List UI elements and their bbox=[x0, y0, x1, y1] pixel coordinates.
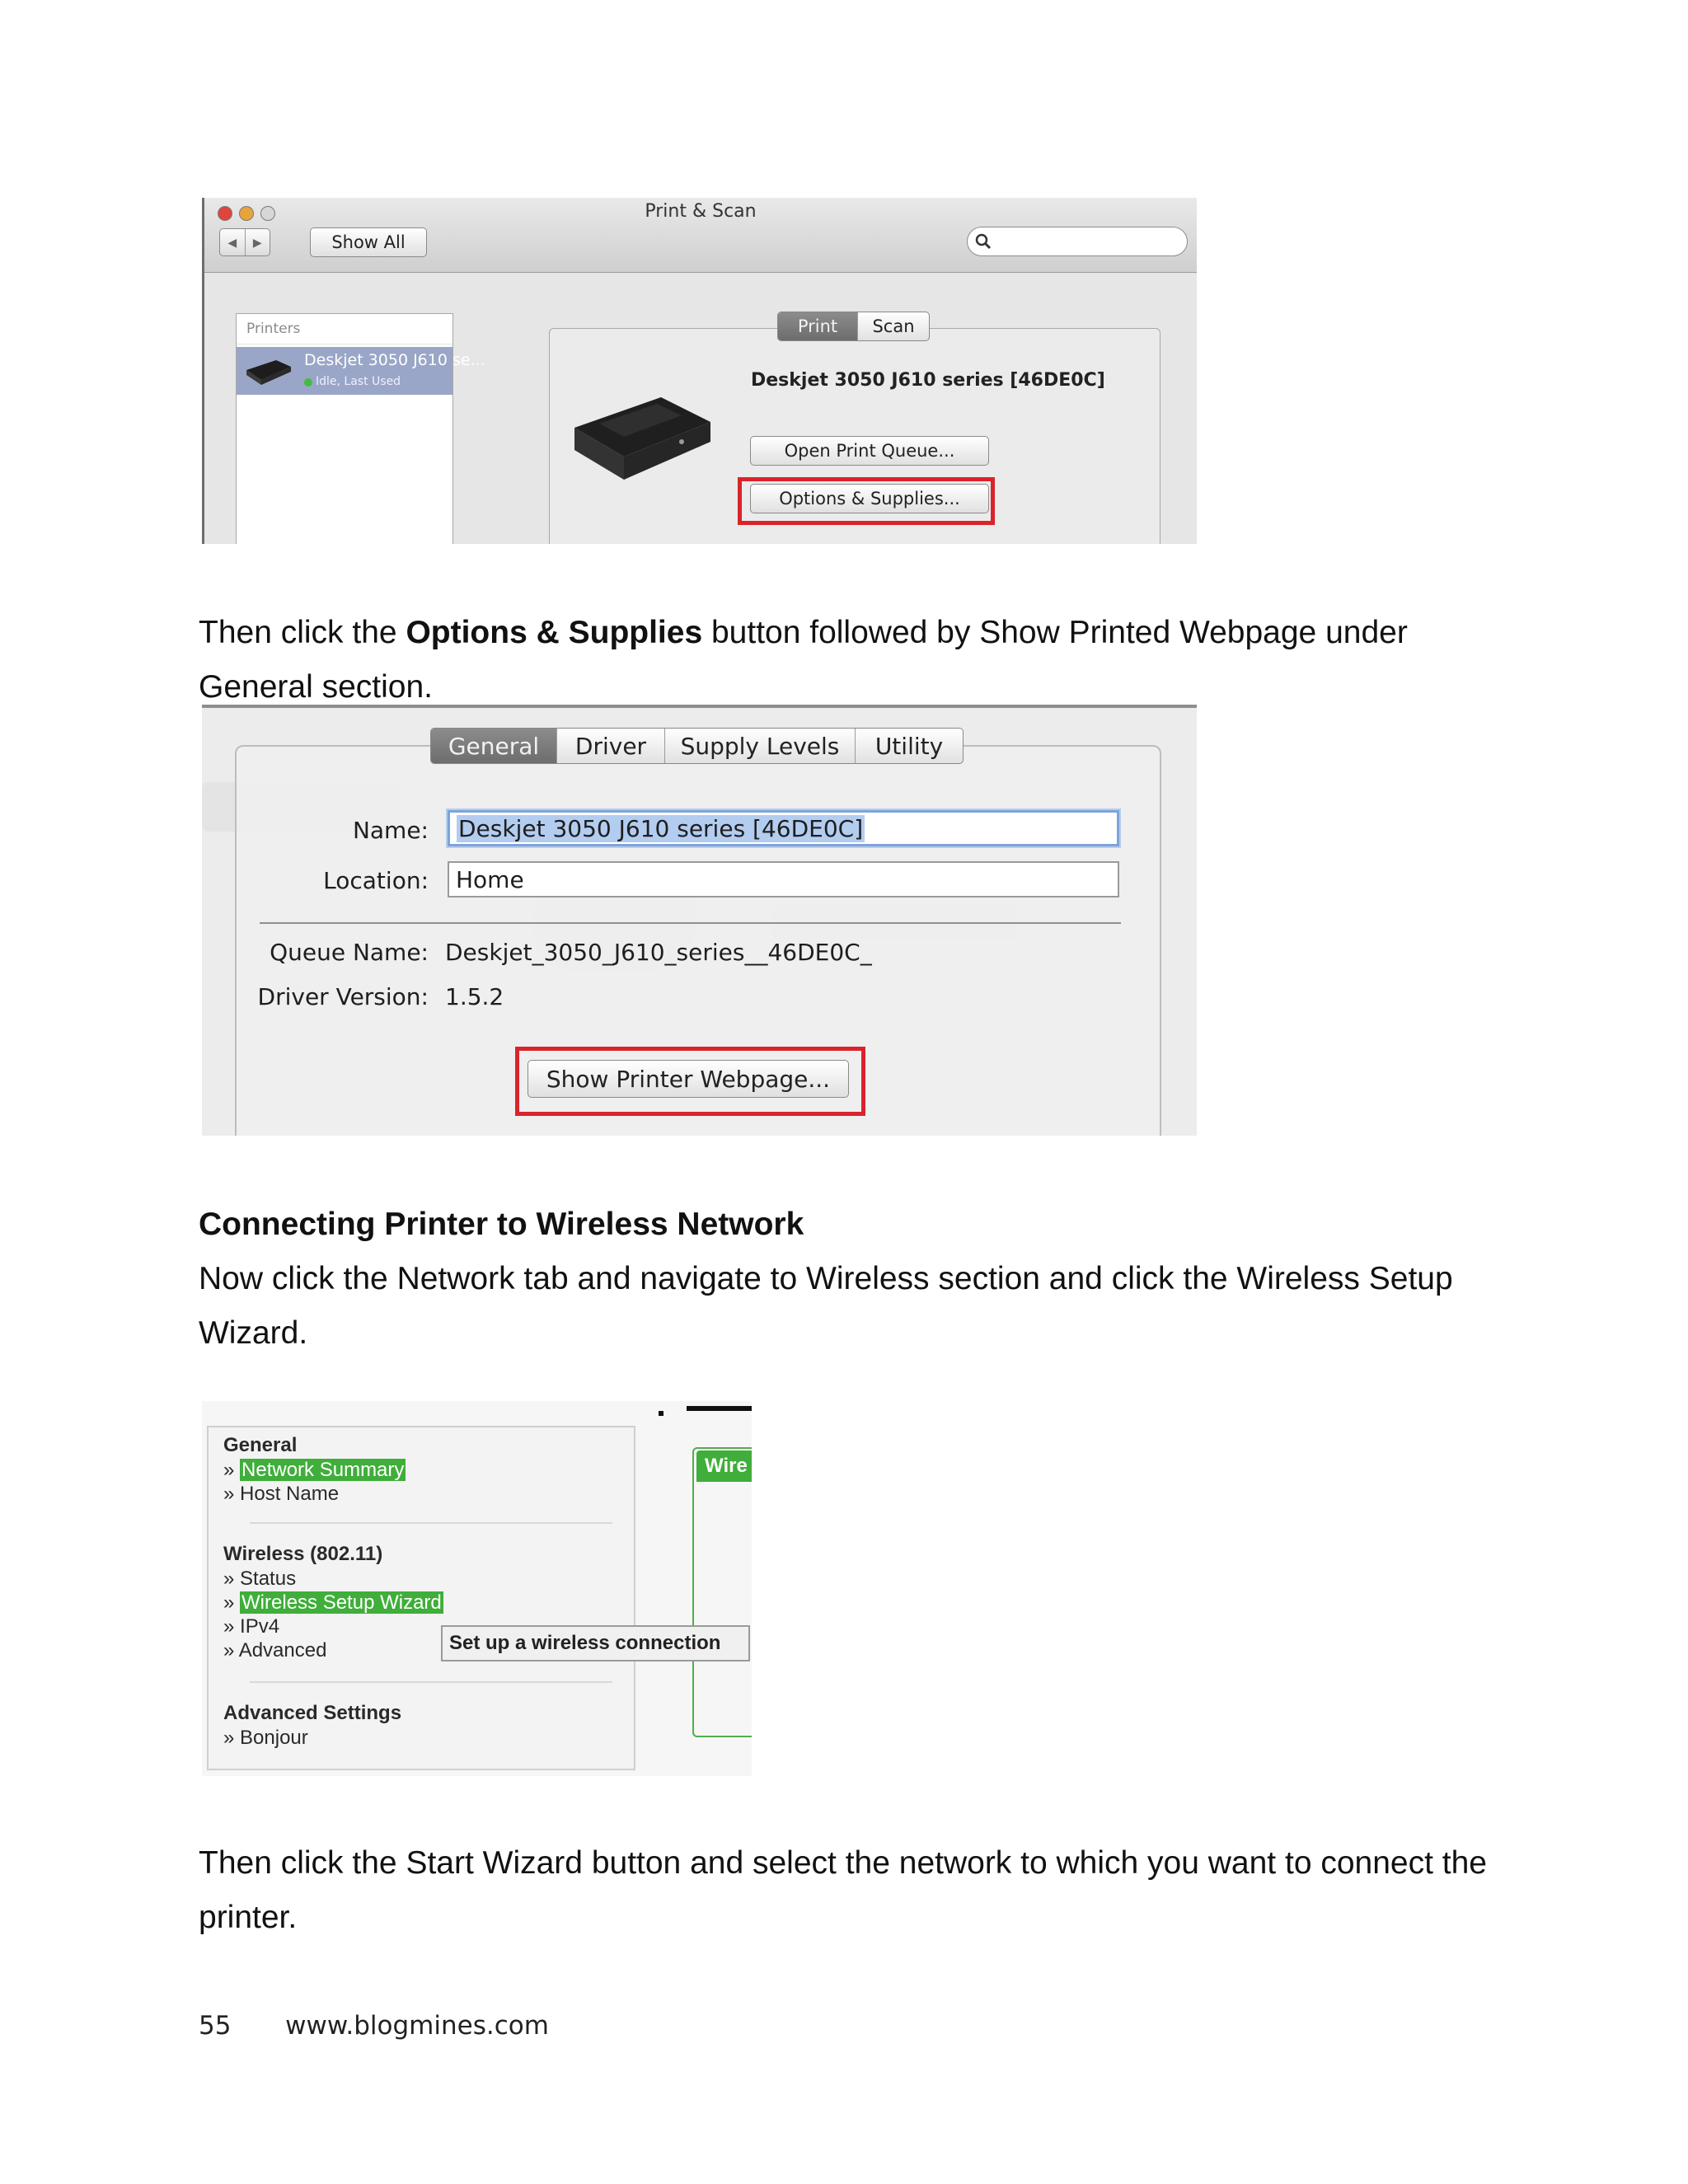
status-dot-icon bbox=[304, 378, 312, 387]
printers-list: Printers Deskjet 3050 J610 se... Idle, L… bbox=[236, 313, 485, 544]
name-field[interactable]: Deskjet 3050 J610 series [46DE0C] bbox=[448, 810, 1119, 846]
highlight-options-supplies bbox=[738, 477, 995, 525]
driver-version-label: Driver Version: bbox=[257, 983, 429, 1010]
general-heading: General bbox=[223, 1434, 298, 1456]
site-url: www.blogmines.com bbox=[285, 2011, 549, 2041]
nav-bonjour[interactable]: » Bonjour bbox=[223, 1727, 308, 1750]
nav-network-summary[interactable]: » Network Summary bbox=[223, 1459, 406, 1482]
network-nav-panel: General » Network Summary » Host Name Wi… bbox=[207, 1426, 635, 1770]
para1-bold: Options & Supplies bbox=[406, 615, 703, 650]
print-scan-screenshot: Print & Scan ◀ ▶ Show All Printers Deskj… bbox=[202, 198, 1197, 544]
open-print-queue-button[interactable]: Open Print Queue... bbox=[750, 436, 989, 466]
tab-supply-levels[interactable]: Supply Levels bbox=[664, 729, 855, 763]
nav-ipv4[interactable]: » IPv4 bbox=[223, 1615, 279, 1638]
printer-thumbnail-icon bbox=[246, 360, 291, 385]
instruction-paragraph-1: Then click the Options & Supplies button… bbox=[199, 606, 1517, 715]
page-number: 55 bbox=[199, 2011, 232, 2041]
driver-version-value: 1.5.2 bbox=[445, 983, 504, 1010]
network-settings-screenshot: General » Network Summary » Host Name Wi… bbox=[202, 1401, 752, 1776]
location-label: Location: bbox=[323, 867, 429, 894]
forward-arrow-icon[interactable]: ▶ bbox=[244, 229, 270, 255]
para1-before: Then click the bbox=[199, 615, 406, 650]
nav-divider bbox=[250, 1681, 612, 1683]
print-scan-segmented-control[interactable]: Print Scan bbox=[777, 312, 930, 341]
general-settings-screenshot: General Driver Supply Levels Utility Nam… bbox=[202, 705, 1197, 1136]
window-titlebar: Print & Scan ◀ ▶ Show All bbox=[204, 198, 1197, 273]
window-title: Print & Scan bbox=[645, 201, 757, 222]
location-field[interactable]: Home bbox=[448, 861, 1119, 898]
tab-driver[interactable]: Driver bbox=[556, 729, 664, 763]
tooltip-setup-wireless: Set up a wireless connection bbox=[441, 1625, 750, 1661]
tab-utility[interactable]: Utility bbox=[855, 729, 963, 763]
wireless-content-tab[interactable]: Wire bbox=[696, 1451, 752, 1482]
nav-ipv4-label: IPv4 bbox=[240, 1615, 280, 1638]
nav-advanced-label: Advanced bbox=[238, 1639, 327, 1661]
back-forward-buttons[interactable]: ◀ ▶ bbox=[219, 228, 270, 256]
nav-wireless-setup-wizard[interactable]: » Wireless Setup Wizard bbox=[223, 1591, 443, 1615]
queue-name-label: Queue Name: bbox=[270, 939, 429, 966]
nav-wireless-setup-wizard-label: Wireless Setup Wizard bbox=[240, 1591, 443, 1614]
tab-general[interactable]: General bbox=[431, 729, 556, 763]
printer-status: Idle, Last Used bbox=[316, 375, 401, 388]
show-all-button[interactable]: Show All bbox=[310, 227, 427, 257]
back-arrow-icon[interactable]: ◀ bbox=[220, 229, 245, 255]
name-field-value: Deskjet 3050 J610 series [46DE0C] bbox=[457, 814, 865, 842]
section-heading: Connecting Printer to Wireless Network bbox=[199, 1207, 804, 1242]
nav-network-summary-label: Network Summary bbox=[240, 1459, 406, 1481]
printers-header: Printers bbox=[237, 314, 452, 344]
nav-bonjour-label: Bonjour bbox=[240, 1727, 308, 1749]
nav-status[interactable]: » Status bbox=[223, 1568, 296, 1591]
name-label: Name: bbox=[352, 817, 429, 844]
printer-name: Deskjet 3050 J610 se... bbox=[304, 351, 485, 369]
wireless-content-frame bbox=[692, 1447, 752, 1737]
divider bbox=[260, 922, 1121, 924]
nav-advanced[interactable]: » Advanced bbox=[223, 1639, 326, 1662]
printer-list-item[interactable]: Deskjet 3050 J610 se... Idle, Last Used bbox=[237, 347, 485, 395]
wireless-heading: Wireless (802.11) bbox=[223, 1543, 383, 1565]
nav-host-name[interactable]: » Host Name bbox=[223, 1483, 339, 1506]
instruction-paragraph-3: Then click the Start Wizard button and s… bbox=[199, 1845, 1487, 1935]
advanced-settings-heading: Advanced Settings bbox=[223, 1702, 402, 1724]
tab-scan[interactable]: Scan bbox=[857, 312, 929, 340]
printer-image-icon bbox=[574, 397, 710, 480]
nav-status-label: Status bbox=[240, 1568, 297, 1590]
search-field[interactable] bbox=[967, 227, 1188, 256]
cropped-heading-glyphs bbox=[654, 1403, 752, 1416]
highlight-show-printer-webpage bbox=[515, 1047, 865, 1116]
queue-name-value: Deskjet_3050_J610_series__46DE0C_ bbox=[445, 939, 872, 966]
tab-print[interactable]: Print bbox=[778, 312, 857, 340]
nav-host-name-label: Host Name bbox=[240, 1483, 340, 1505]
instruction-paragraph-2: Now click the Network tab and navigate t… bbox=[199, 1261, 1453, 1351]
nav-divider bbox=[250, 1522, 612, 1524]
device-title: Deskjet 3050 J610 series [46DE0C] bbox=[751, 370, 1105, 391]
page-footer: 55 www.blogmines.com bbox=[199, 2011, 549, 2041]
settings-tabs[interactable]: General Driver Supply Levels Utility bbox=[430, 728, 964, 764]
search-icon bbox=[975, 233, 992, 250]
